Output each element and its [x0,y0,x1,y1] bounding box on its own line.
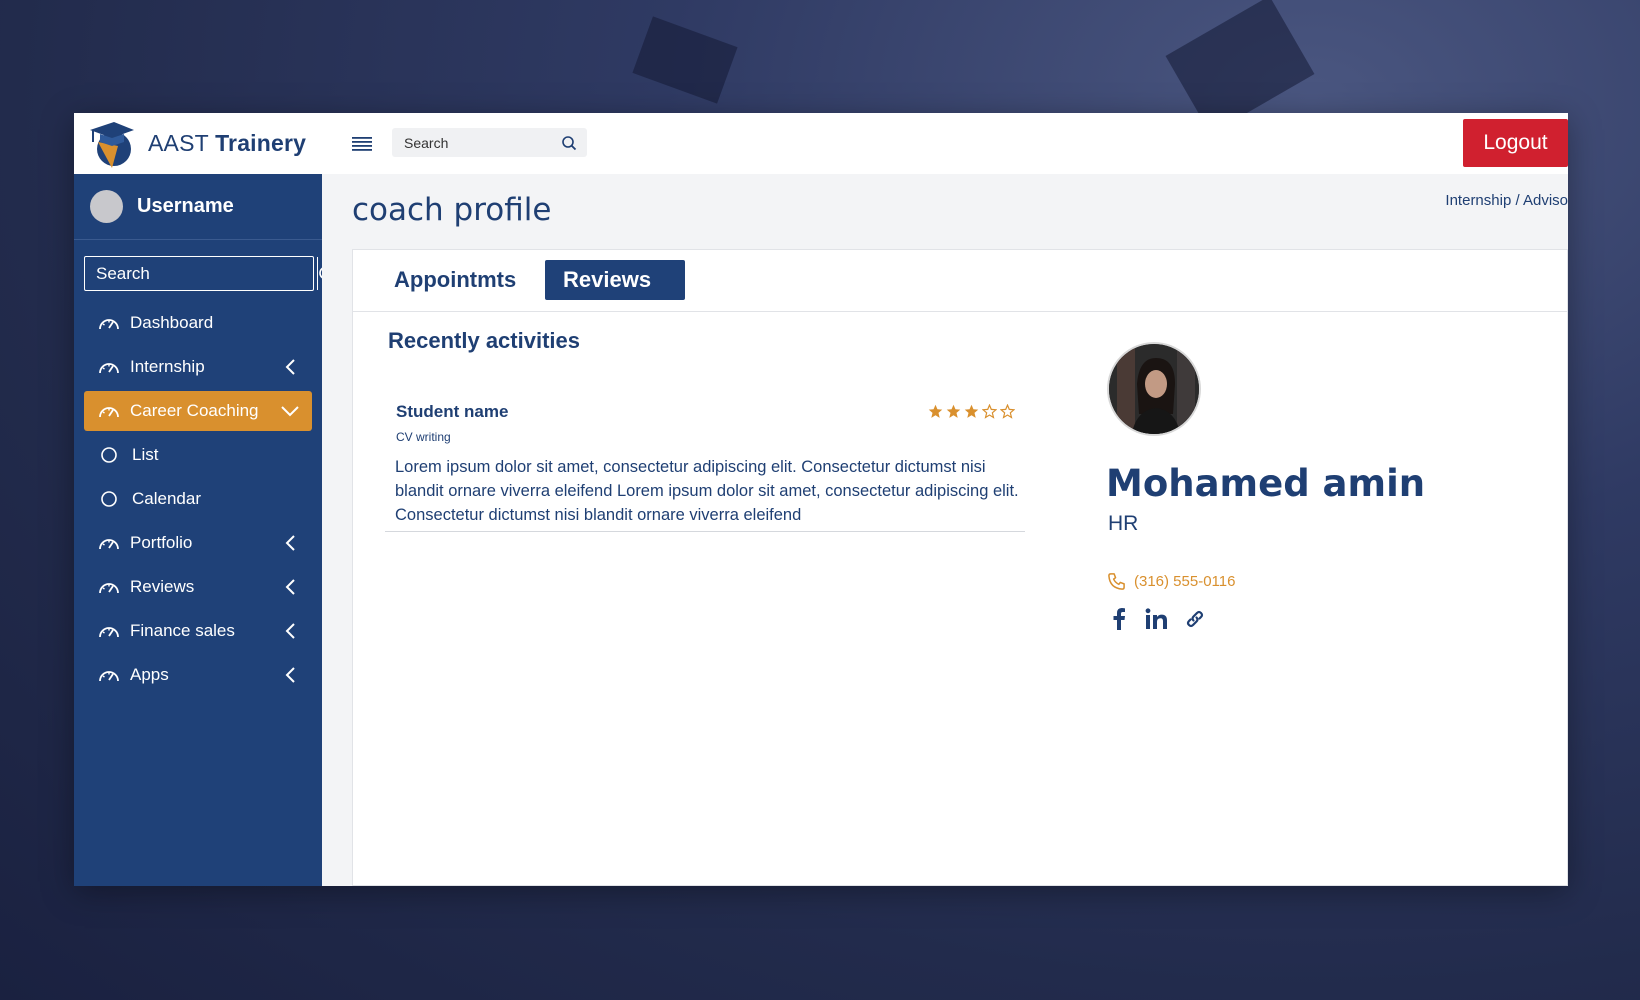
sidebar-item-finance-sales[interactable]: Finance sales [84,611,312,651]
user-panel[interactable]: Username [74,174,322,240]
phone-icon [1108,573,1125,590]
gauge-icon [98,315,122,331]
sidebar-item-label: List [132,445,159,464]
sidebar-item-label: Portfolio [130,533,193,552]
sidebar-item-portfolio[interactable]: Portfolio [84,523,312,563]
sidebar-item-calendar[interactable]: Calendar [84,479,312,519]
review-body: Lorem ipsum dolor sit amet, consectetur … [395,458,1019,524]
section-title: Recently activities [388,328,580,353]
profile-photo [1107,342,1201,436]
sidebar-item-label: Reviews [130,577,195,596]
app-window: AAST Trainery Logout Username [74,113,1568,886]
breadcrumb[interactable]: Internship / Adviso [1445,192,1568,209]
sidebar-item-career-coaching[interactable]: Career Coaching [84,391,312,431]
profile-card: Appointmts Reviews Recently activities S… [352,249,1568,886]
review-tag: CV writing [396,430,451,444]
sidebar-item-internship[interactable]: Internship [84,347,312,387]
sidebar-item-reviews[interactable]: Reviews [84,567,312,607]
hamburger-menu-icon[interactable] [352,133,374,153]
main-content: coach profile Internship / Adviso Appoin… [322,174,1568,886]
sidebar-search-input[interactable] [85,257,317,290]
circle-icon [100,446,118,464]
person-photo-icon [1109,344,1199,434]
tab-reviews[interactable]: Reviews [545,260,685,300]
link-icon[interactable] [1183,607,1207,631]
tab-appointments[interactable]: Appointmts [376,260,534,300]
star-outline-icon [1000,404,1015,419]
background-cap-shape [632,16,738,104]
username: Username [137,195,234,217]
logout-button[interactable]: Logout [1463,119,1568,167]
sidebar-item-label: Dashboard [130,313,214,332]
search-icon[interactable] [561,135,577,151]
sidebar-item-apps[interactable]: Apps [84,655,312,695]
brand[interactable]: AAST Trainery [74,113,322,174]
chevron-left-icon [285,535,295,551]
social-links [1107,607,1207,631]
gauge-icon [98,535,122,551]
gauge-icon [98,403,122,419]
sidebar-item-label: Finance sales [130,621,235,640]
chevron-left-icon [285,579,295,595]
top-search-input[interactable] [404,134,554,151]
star-filled-icon [964,404,979,418]
review-item: Student name CV writing Lorem ipsum dolo… [385,390,1025,532]
gauge-icon [98,623,122,639]
gauge-icon [98,359,122,375]
circle-icon [100,490,118,508]
top-search-bar [392,128,587,157]
sidebar: Username Dashboard Internship Career Coa… [74,174,336,886]
star-outline-icon [982,404,997,419]
top-bar: AAST Trainery Logout [74,113,1568,174]
page-title: coach profile [352,192,552,228]
profile-name: Mohamed amin [1106,462,1426,505]
profile-phone[interactable]: (316) 555-0116 [1107,572,1235,591]
brand-title: AAST Trainery [148,130,307,156]
gauge-icon [98,667,122,683]
star-filled-icon [928,404,943,418]
chevron-left-icon [285,667,295,683]
tab-bar: Appointmts Reviews [353,250,1567,312]
sidebar-item-label: Internship [130,357,205,376]
sidebar-item-label: Calendar [132,489,201,508]
avatar [90,190,123,223]
facebook-icon[interactable] [1107,607,1131,631]
review-student-name: Student name [396,402,509,421]
star-rating [928,404,1015,419]
gauge-icon [98,579,122,595]
linkedin-icon[interactable] [1145,607,1169,631]
chevron-left-icon [285,359,295,375]
sidebar-item-label: Career Coaching [130,401,259,420]
star-filled-icon [946,404,961,418]
sidebar-search [84,256,336,291]
logo-icon [90,121,134,168]
sidebar-item-label: Apps [130,665,169,684]
phone-number: (316) 555-0116 [1134,573,1236,590]
chevron-down-icon [281,406,299,417]
profile-role: HR [1108,512,1139,535]
sidebar-item-list[interactable]: List [84,435,312,475]
sidebar-item-dashboard[interactable]: Dashboard [84,303,312,343]
chevron-left-icon [285,623,295,639]
